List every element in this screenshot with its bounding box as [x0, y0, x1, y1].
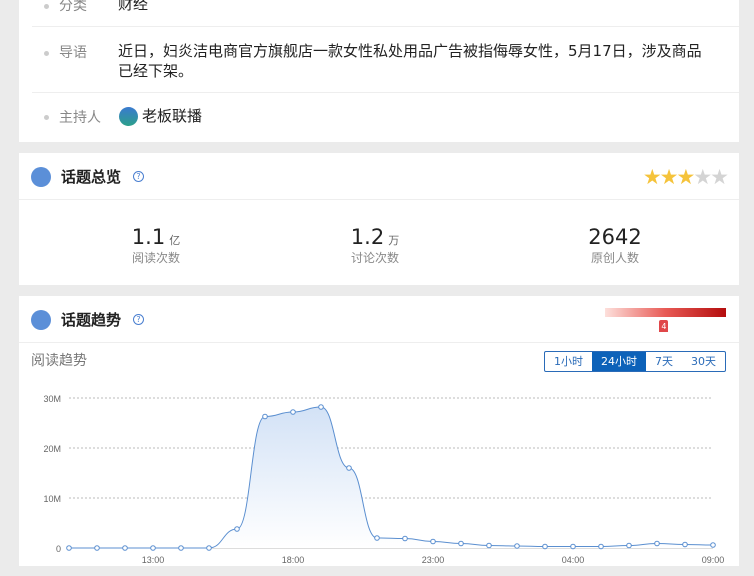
- chart-icon: [31, 167, 51, 187]
- data-point: [458, 540, 464, 547]
- bullet-icon: [44, 115, 49, 120]
- info-value: 财经: [118, 0, 149, 13]
- y-tick-label: 30M: [43, 394, 61, 404]
- x-tick-label: 13:00: [142, 555, 165, 565]
- stat-value: 1.1: [131, 225, 166, 249]
- data-point: [318, 404, 324, 410]
- bullet-icon: [44, 51, 49, 56]
- stat-label: 阅读次数: [131, 251, 180, 265]
- data-point: [346, 465, 352, 471]
- data-point: [598, 543, 604, 550]
- info-row-host: 主持人 老板联播: [32, 93, 739, 142]
- data-point: [66, 545, 72, 551]
- rating-stars: ★★★★★: [642, 165, 729, 189]
- stat-unit: 亿: [169, 234, 181, 247]
- help-icon[interactable]: ?: [133, 171, 144, 182]
- data-point: [178, 545, 184, 551]
- x-tick-label: 09:00: [702, 555, 725, 565]
- stat-label: 讨论次数: [350, 251, 399, 265]
- stat-discussions: 1.2 万讨论次数: [275, 225, 475, 266]
- y-tick-label: 10M: [43, 494, 61, 504]
- overview-card: 话题总览 ? ★★★★★ 1.1 亿阅读次数 1.2 万讨论次数 2642 原创人数: [19, 153, 739, 285]
- data-point: [626, 542, 632, 549]
- x-tick-label: 18:00: [282, 555, 305, 565]
- trend-card: 话题趋势 ? 4 阅读趋势 1小时 24小时 7天 30天 0 10M 20M 30M…: [19, 296, 739, 566]
- data-point: [710, 542, 716, 548]
- bullet-icon: [44, 4, 49, 9]
- data-point: [150, 545, 156, 551]
- host-link[interactable]: 老板联播: [142, 106, 715, 126]
- read-trend-chart: 0 10M 20M 30M 13:00 18:00 23:00 04:00 09:00: [43, 394, 725, 565]
- stat-reads: 1.1 亿阅读次数: [56, 225, 256, 266]
- data-point: [654, 540, 660, 547]
- data-point: [262, 413, 268, 420]
- stat-value: 1.2: [350, 225, 385, 249]
- stat-value: 2642: [588, 225, 642, 249]
- star-empty-icon: ★★: [693, 165, 729, 189]
- topic-info-card: 分类 财经 导语 近日，妇炎洁电商官方旗舰店一款女性私处用品广告被指侮辱女性，5…: [19, 0, 739, 142]
- stat-originals: 2642 原创人数: [515, 225, 715, 266]
- data-point: [374, 535, 380, 541]
- data-point: [94, 545, 100, 551]
- host-avatar-icon: [119, 107, 138, 126]
- overview-header: 话题总览 ? ★★★★★: [19, 153, 739, 200]
- stat-unit: 万: [388, 234, 400, 247]
- info-row-intro: 导语 近日，妇炎洁电商官方旗舰店一款女性私处用品广告被指侮辱女性，5月17日，涉…: [32, 27, 739, 93]
- info-label: 分类: [59, 0, 87, 14]
- x-tick-label: 23:00: [422, 555, 445, 565]
- data-point: [122, 545, 128, 551]
- info-label: 导语: [59, 45, 87, 61]
- x-tick-label: 04:00: [562, 555, 585, 565]
- data-point: [542, 543, 548, 550]
- info-value: 近日，妇炎洁电商官方旗舰店一款女性私处用品广告被指侮辱女性，5月17日，涉及商品…: [118, 42, 702, 80]
- series-area: [69, 407, 713, 548]
- data-point: [206, 545, 212, 551]
- info-label: 主持人: [59, 110, 101, 126]
- overview-title: 话题总览: [61, 168, 122, 186]
- data-point: [430, 538, 436, 545]
- data-point: [570, 543, 576, 550]
- star-filled-icon: ★★★: [642, 165, 696, 189]
- series-line: [69, 406, 714, 549]
- data-point: [514, 543, 520, 549]
- data-point: [682, 541, 688, 548]
- stat-label: 原创人数: [590, 251, 639, 265]
- data-point: [290, 409, 296, 415]
- data-point: [234, 526, 240, 532]
- info-row-category: 分类 财经: [32, 0, 739, 27]
- data-point: [486, 542, 492, 549]
- data-point: [402, 535, 408, 542]
- y-tick-label: 20M: [43, 444, 61, 454]
- y-tick-label: 0: [56, 544, 61, 554]
